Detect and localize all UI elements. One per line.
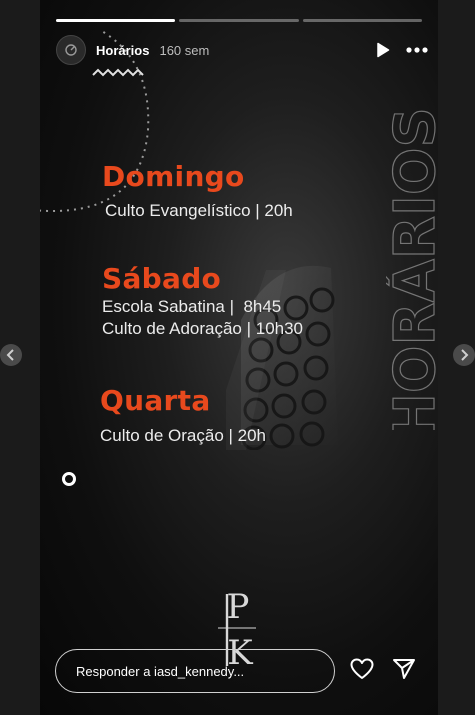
more-icon [406,47,428,53]
story-header: Horários 160 sem [56,34,428,66]
service-time: Culto de Oração | 20h [100,426,267,445]
previous-story-button[interactable] [0,344,22,366]
play-icon [377,42,390,58]
day-title: Quarta [100,384,211,417]
schedule-day-block: Quarta Culto de Oração | 20h [100,384,266,447]
story-viewer-page: HORÁRIOS Horários 160 sem Domingo Culto … [0,0,475,715]
send-icon [393,659,415,679]
story-username[interactable]: Horários [96,43,149,58]
like-button[interactable] [350,658,374,680]
story-actions [350,658,416,680]
progress-segment [302,19,422,22]
zigzag-decoration [92,68,144,77]
progress-segment [179,19,299,22]
heart-icon [350,658,374,679]
story-panel[interactable]: HORÁRIOS Horários 160 sem Domingo Culto … [40,0,438,715]
reply-input[interactable]: Responder a iasd_kennedy... [55,649,335,693]
vertical-title-graphic: HORÁRIOS [386,107,438,430]
service-time: Culto de Adoração | 10h30 [102,319,304,338]
highlight-icon [65,44,77,56]
schedule-day-block: Domingo Culto Evangelístico | 20h [102,160,293,222]
story-progress-bar [56,19,422,22]
ring-decoration [62,472,76,486]
avatar[interactable] [56,35,86,65]
chevron-right-icon [461,349,469,361]
svg-text:HORÁRIOS: HORÁRIOS [386,107,438,430]
day-title: Domingo [102,160,245,193]
svg-text:P: P [227,588,250,627]
more-options-button[interactable] [406,47,428,53]
schedule-day-block: Sábado Escola Sabatina | 8h45 Culto de A… [102,262,303,340]
service-time: Escola Sabatina | 8h45 [102,297,282,316]
day-title: Sábado [102,262,222,295]
progress-segment [56,19,176,22]
send-button[interactable] [392,658,416,680]
chevron-left-icon [6,349,14,361]
story-timestamp: 160 sem [159,42,210,58]
service-time: Culto Evangelístico | 20h [105,201,293,220]
next-story-button[interactable] [453,344,475,366]
play-button[interactable] [376,42,390,58]
reply-placeholder: Responder a iasd_kennedy... [76,663,245,679]
